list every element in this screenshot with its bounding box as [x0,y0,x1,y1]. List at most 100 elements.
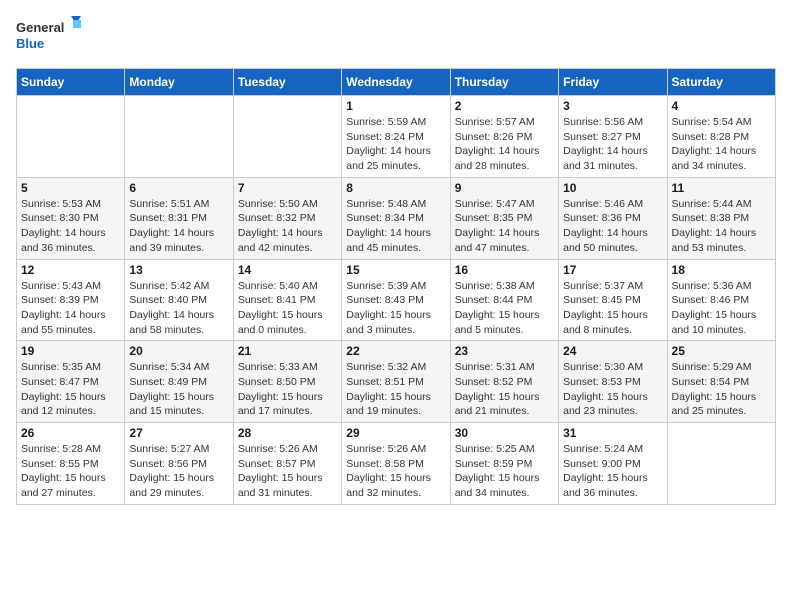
calendar-cell: 30 Sunrise: 5:25 AMSunset: 8:59 PMDayligh… [450,423,558,505]
calendar-cell: 18 Sunrise: 5:36 AMSunset: 8:46 PMDayligh… [667,259,775,341]
day-number: 6 [129,181,228,195]
logo-svg: General Blue [16,16,86,60]
day-number: 2 [455,99,554,113]
day-info: Sunrise: 5:40 AMSunset: 8:41 PMDaylight:… [238,279,337,338]
calendar-cell: 9 Sunrise: 5:47 AMSunset: 8:35 PMDaylight… [450,177,558,259]
calendar-week-row: 19 Sunrise: 5:35 AMSunset: 8:47 PMDayligh… [17,341,776,423]
day-info: Sunrise: 5:35 AMSunset: 8:47 PMDaylight:… [21,360,120,419]
day-number: 26 [21,426,120,440]
day-number: 9 [455,181,554,195]
day-info: Sunrise: 5:33 AMSunset: 8:50 PMDaylight:… [238,360,337,419]
day-number: 11 [672,181,771,195]
calendar-cell: 23 Sunrise: 5:31 AMSunset: 8:52 PMDayligh… [450,341,558,423]
calendar-cell: 29 Sunrise: 5:26 AMSunset: 8:58 PMDayligh… [342,423,450,505]
day-number: 14 [238,263,337,277]
calendar-week-row: 1 Sunrise: 5:59 AMSunset: 8:24 PMDaylight… [17,96,776,178]
day-info: Sunrise: 5:29 AMSunset: 8:54 PMDaylight:… [672,360,771,419]
day-number: 15 [346,263,445,277]
day-number: 31 [563,426,662,440]
day-header-tuesday: Tuesday [233,69,341,96]
calendar-cell [125,96,233,178]
day-number: 21 [238,344,337,358]
day-header-thursday: Thursday [450,69,558,96]
day-number: 25 [672,344,771,358]
day-info: Sunrise: 5:36 AMSunset: 8:46 PMDaylight:… [672,279,771,338]
calendar-cell: 5 Sunrise: 5:53 AMSunset: 8:30 PMDaylight… [17,177,125,259]
calendar-cell: 14 Sunrise: 5:40 AMSunset: 8:41 PMDayligh… [233,259,341,341]
calendar-cell: 15 Sunrise: 5:39 AMSunset: 8:43 PMDayligh… [342,259,450,341]
day-info: Sunrise: 5:53 AMSunset: 8:30 PMDaylight:… [21,197,120,256]
calendar-cell: 12Sunrise: 5:43 AMSunset: 8:39 PMDayligh… [17,259,125,341]
day-info: Sunrise: 5:25 AMSunset: 8:59 PMDaylight:… [455,442,554,501]
calendar-cell: 31 Sunrise: 5:24 AMSunset: 9:00 PMDayligh… [559,423,667,505]
calendar-cell: 27Sunrise: 5:27 AMSunset: 8:56 PMDayligh… [125,423,233,505]
day-number: 1 [346,99,445,113]
day-number: 5 [21,181,120,195]
day-number: 28 [238,426,337,440]
day-info: Sunrise: 5:26 AMSunset: 8:58 PMDaylight:… [346,442,445,501]
calendar-cell: 8 Sunrise: 5:48 AMSunset: 8:34 PMDaylight… [342,177,450,259]
calendar-week-row: 5 Sunrise: 5:53 AMSunset: 8:30 PMDaylight… [17,177,776,259]
calendar-table: SundayMondayTuesdayWednesdayThursdayFrid… [16,68,776,505]
day-info: Sunrise: 5:37 AMSunset: 8:45 PMDaylight:… [563,279,662,338]
day-info: Sunrise: 5:39 AMSunset: 8:43 PMDaylight:… [346,279,445,338]
day-info: Sunrise: 5:57 AMSunset: 8:26 PMDaylight:… [455,115,554,174]
calendar-cell: 13Sunrise: 5:42 AMSunset: 8:40 PMDayligh… [125,259,233,341]
day-info: Sunrise: 5:38 AMSunset: 8:44 PMDaylight:… [455,279,554,338]
day-info: Sunrise: 5:46 AMSunset: 8:36 PMDaylight:… [563,197,662,256]
day-number: 3 [563,99,662,113]
day-number: 16 [455,263,554,277]
day-number: 4 [672,99,771,113]
day-header-sunday: Sunday [17,69,125,96]
day-number: 18 [672,263,771,277]
calendar-cell: 6 Sunrise: 5:51 AMSunset: 8:31 PMDaylight… [125,177,233,259]
day-header-saturday: Saturday [667,69,775,96]
day-number: 7 [238,181,337,195]
calendar-cell: 10 Sunrise: 5:46 AMSunset: 8:36 PMDayligh… [559,177,667,259]
calendar-cell: 20Sunrise: 5:34 AMSunset: 8:49 PMDayligh… [125,341,233,423]
day-number: 12 [21,263,120,277]
day-info: Sunrise: 5:51 AMSunset: 8:31 PMDaylight:… [129,197,228,256]
day-info: Sunrise: 5:48 AMSunset: 8:34 PMDaylight:… [346,197,445,256]
calendar-cell: 22Sunrise: 5:32 AMSunset: 8:51 PMDayligh… [342,341,450,423]
calendar-cell: 17 Sunrise: 5:37 AMSunset: 8:45 PMDayligh… [559,259,667,341]
calendar-cell: 1 Sunrise: 5:59 AMSunset: 8:24 PMDaylight… [342,96,450,178]
calendar-cell: 28 Sunrise: 5:26 AMSunset: 8:57 PMDayligh… [233,423,341,505]
svg-text:Blue: Blue [16,36,44,51]
calendar-week-row: 26 Sunrise: 5:28 AMSunset: 8:55 PMDayligh… [17,423,776,505]
day-info: Sunrise: 5:32 AMSunset: 8:51 PMDaylight:… [346,360,445,419]
calendar-cell: 26 Sunrise: 5:28 AMSunset: 8:55 PMDayligh… [17,423,125,505]
day-number: 29 [346,426,445,440]
day-info: Sunrise: 5:47 AMSunset: 8:35 PMDaylight:… [455,197,554,256]
calendar-week-row: 12Sunrise: 5:43 AMSunset: 8:39 PMDayligh… [17,259,776,341]
day-header-wednesday: Wednesday [342,69,450,96]
calendar-cell [233,96,341,178]
day-header-monday: Monday [125,69,233,96]
day-number: 17 [563,263,662,277]
day-info: Sunrise: 5:26 AMSunset: 8:57 PMDaylight:… [238,442,337,501]
calendar-cell: 3 Sunrise: 5:56 AMSunset: 8:27 PMDaylight… [559,96,667,178]
calendar-header-row: SundayMondayTuesdayWednesdayThursdayFrid… [17,69,776,96]
day-info: Sunrise: 5:24 AMSunset: 9:00 PMDaylight:… [563,442,662,501]
calendar-cell: 7Sunrise: 5:50 AMSunset: 8:32 PMDaylight… [233,177,341,259]
day-info: Sunrise: 5:31 AMSunset: 8:52 PMDaylight:… [455,360,554,419]
calendar-cell: 24Sunrise: 5:30 AMSunset: 8:53 PMDayligh… [559,341,667,423]
calendar-cell [667,423,775,505]
day-info: Sunrise: 5:59 AMSunset: 8:24 PMDaylight:… [346,115,445,174]
day-info: Sunrise: 5:56 AMSunset: 8:27 PMDaylight:… [563,115,662,174]
calendar-cell: 25 Sunrise: 5:29 AMSunset: 8:54 PMDayligh… [667,341,775,423]
day-number: 30 [455,426,554,440]
day-number: 13 [129,263,228,277]
day-info: Sunrise: 5:44 AMSunset: 8:38 PMDaylight:… [672,197,771,256]
svg-text:General: General [16,20,64,35]
day-number: 19 [21,344,120,358]
calendar-cell: 21 Sunrise: 5:33 AMSunset: 8:50 PMDayligh… [233,341,341,423]
day-number: 10 [563,181,662,195]
day-info: Sunrise: 5:30 AMSunset: 8:53 PMDaylight:… [563,360,662,419]
day-number: 8 [346,181,445,195]
day-number: 20 [129,344,228,358]
day-number: 23 [455,344,554,358]
calendar-cell: 19 Sunrise: 5:35 AMSunset: 8:47 PMDayligh… [17,341,125,423]
day-info: Sunrise: 5:28 AMSunset: 8:55 PMDaylight:… [21,442,120,501]
calendar-cell: 2 Sunrise: 5:57 AMSunset: 8:26 PMDaylight… [450,96,558,178]
